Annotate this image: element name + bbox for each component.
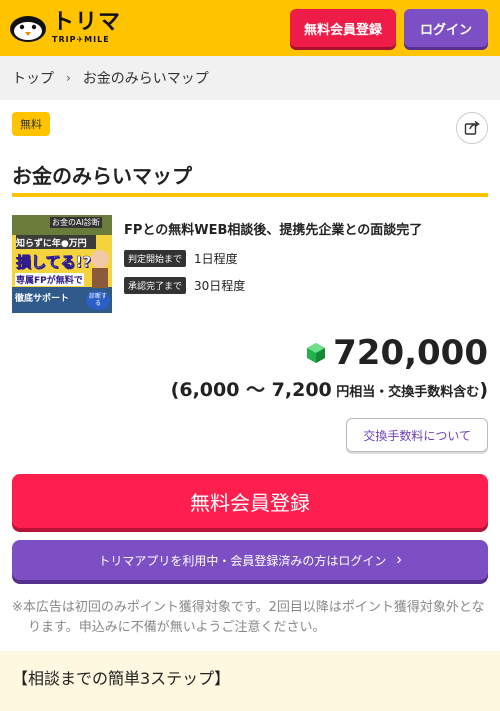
breadcrumb-current: お金のみらいマップ bbox=[82, 71, 209, 87]
offer-detail: 無料 お金のみらいマップ お金のAI診断 知らずに年●万円 損してる!? 専属F… bbox=[0, 100, 500, 638]
thumb-caption-main: 損してる!? bbox=[16, 253, 92, 272]
app-login-label: トリマアプリを利用中・会員登録済みの方はログイン bbox=[98, 553, 387, 568]
site-header: トリマ TRIP✈MILE 無料会員登録 ログイン bbox=[0, 0, 500, 56]
register-button[interactable]: 無料会員登録 bbox=[12, 474, 488, 528]
trima-logo[interactable]: トリマ TRIP✈MILE bbox=[8, 12, 121, 44]
thumb-caption-top: お金のAI診断 bbox=[50, 217, 102, 228]
paren-close: ) bbox=[479, 379, 488, 401]
share-icon bbox=[464, 120, 480, 135]
chevron-right-icon: › bbox=[66, 71, 71, 85]
notice-text: ※本広告は初回のみポイント獲得対象です。2回目以降はポイント獲得対象外となります… bbox=[12, 600, 485, 635]
offer-condition: FPとの無料WEB相談後、提携先企業との面談完了 bbox=[124, 223, 423, 238]
step-value: 30日程度 bbox=[194, 279, 246, 293]
step-judgement: 判定開始まで 1日程度 bbox=[124, 250, 488, 267]
points-amount: 720,000 bbox=[333, 333, 488, 373]
offer-title: お金のみらいマップ bbox=[12, 160, 488, 197]
offer-thumbnail[interactable]: お金のAI診断 知らずに年●万円 損してる!? 専属FPが無料で 徹底サポート … bbox=[12, 215, 112, 313]
step-tag: 承認完了まで bbox=[124, 277, 187, 294]
thumb-diagnose-badge: 診断する bbox=[86, 291, 110, 311]
thumb-caption-fp: 専属FPが無料で bbox=[15, 273, 84, 286]
exchange-fee-button[interactable]: 交換手数料について bbox=[346, 418, 488, 452]
points-summary: 720,000 (6,000 〜 7,200 円相当・交換手数料含む) bbox=[12, 333, 488, 402]
breadcrumb-home-link[interactable]: トップ bbox=[12, 68, 54, 88]
free-badge: 無料 bbox=[12, 112, 50, 136]
header-login-button[interactable]: ログイン bbox=[403, 9, 488, 47]
share-button[interactable] bbox=[456, 112, 488, 144]
logo-subtext: TRIP✈MILE bbox=[52, 35, 110, 44]
gem-point-icon bbox=[307, 343, 326, 363]
step-approval: 承認完了まで 30日程度 bbox=[124, 277, 488, 294]
thumb-caption-support: 徹底サポート bbox=[15, 294, 70, 304]
yen-range: 6,000 〜 7,200 bbox=[179, 379, 332, 401]
logo-wordmark: トリマ bbox=[52, 10, 122, 35]
step-value: 1日程度 bbox=[194, 252, 238, 266]
steps-section-heading: 【相談までの簡単3ステップ】 bbox=[0, 651, 500, 711]
app-login-button[interactable]: トリマアプリを利用中・会員登録済みの方はログイン › bbox=[12, 540, 488, 580]
yen-equivalent: (6,000 〜 7,200 円相当・交換手数料含む) bbox=[12, 375, 488, 402]
header-register-button[interactable]: 無料会員登録 bbox=[289, 9, 396, 47]
breadcrumb: トップ › お金のみらいマップ bbox=[0, 56, 500, 100]
yen-suffix: 円相当・交換手数料含む bbox=[331, 385, 480, 400]
step-tag: 判定開始まで bbox=[124, 250, 187, 267]
chevron-right-icon: › bbox=[396, 551, 402, 568]
thumb-caption-banner: 知らずに年●万円 bbox=[16, 239, 87, 249]
penguin-logo-icon bbox=[8, 13, 48, 43]
